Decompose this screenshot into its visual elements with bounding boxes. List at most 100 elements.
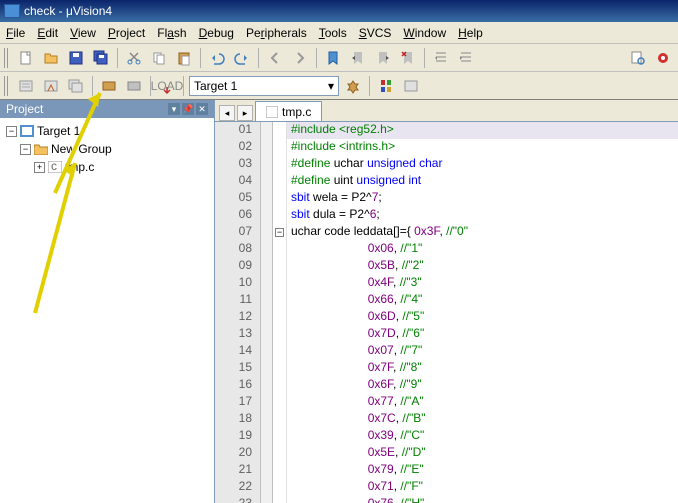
marker-slot[interactable] — [261, 190, 272, 207]
menu-edit[interactable]: Edit — [37, 26, 58, 40]
fold-slot[interactable] — [273, 343, 286, 360]
fold-slot[interactable] — [273, 326, 286, 343]
fold-slot[interactable] — [273, 360, 286, 377]
copy-button[interactable] — [148, 47, 170, 69]
fold-slot[interactable] — [273, 411, 286, 428]
fold-slot[interactable] — [273, 156, 286, 173]
tree-target[interactable]: − Target 1 — [6, 122, 208, 140]
marker-slot[interactable] — [261, 207, 272, 224]
fold-slot[interactable] — [273, 139, 286, 156]
expand-icon[interactable]: + — [34, 162, 45, 173]
menu-project[interactable]: Project — [108, 26, 145, 40]
batch-build-button[interactable] — [98, 75, 120, 97]
code-line[interactable]: 0x5E, //"D" — [287, 445, 678, 462]
outdent-button[interactable] — [455, 47, 477, 69]
marker-slot[interactable] — [261, 343, 272, 360]
cut-button[interactable] — [123, 47, 145, 69]
marker-slot[interactable] — [261, 173, 272, 190]
panel-close-button[interactable]: ✕ — [196, 103, 208, 115]
bookmark-next-button[interactable] — [372, 47, 394, 69]
fold-slot[interactable] — [273, 394, 286, 411]
marker-slot[interactable] — [261, 275, 272, 292]
marker-slot[interactable] — [261, 479, 272, 496]
tab-nav-right[interactable]: ▸ — [237, 105, 253, 121]
marker-slot[interactable] — [261, 326, 272, 343]
marker-slot[interactable] — [261, 377, 272, 394]
code-line[interactable]: 0x6D, //"5" — [287, 309, 678, 326]
marker-slot[interactable] — [261, 139, 272, 156]
fold-slot[interactable] — [273, 309, 286, 326]
toolbar-grip-2[interactable] — [4, 76, 10, 96]
fold-slot[interactable] — [273, 275, 286, 292]
redo-button[interactable] — [231, 47, 253, 69]
marker-slot[interactable] — [261, 292, 272, 309]
code-line[interactable]: 0x71, //"F" — [287, 479, 678, 496]
code-line[interactable]: #include <reg52.h> — [287, 122, 678, 139]
code-line[interactable]: 0x7D, //"6" — [287, 326, 678, 343]
translate-button[interactable] — [15, 75, 37, 97]
code-lines[interactable]: #include <reg52.h>#include <intrins.h> #d… — [287, 122, 678, 503]
menu-view[interactable]: View — [70, 26, 96, 40]
marker-slot[interactable] — [261, 258, 272, 275]
indent-button[interactable] — [430, 47, 452, 69]
marker-slot[interactable] — [261, 224, 272, 241]
options-button[interactable] — [342, 75, 364, 97]
code-view[interactable]: 0102030405060708091011121314151617181920… — [215, 122, 678, 503]
panel-pin-button[interactable]: 📌 — [182, 103, 194, 115]
marker-slot[interactable] — [261, 445, 272, 462]
code-line[interactable]: #include <intrins.h> — [287, 139, 678, 156]
paste-button[interactable] — [173, 47, 195, 69]
fold-slot[interactable] — [273, 292, 286, 309]
fold-slot[interactable] — [273, 241, 286, 258]
toolbar-grip[interactable] — [4, 48, 10, 68]
fold-slot[interactable] — [273, 173, 286, 190]
menu-window[interactable]: Window — [403, 26, 446, 40]
menu-svcs[interactable]: SVCS — [359, 26, 392, 40]
editor-tab[interactable]: tmp.c — [255, 101, 322, 121]
code-line[interactable]: 0x66, //"4" — [287, 292, 678, 309]
undo-button[interactable] — [206, 47, 228, 69]
download-button[interactable]: LOAD — [156, 75, 178, 97]
file-ext-button[interactable] — [400, 75, 422, 97]
code-line[interactable]: 0x4F, //"3" — [287, 275, 678, 292]
expand-icon[interactable]: − — [20, 144, 31, 155]
code-line[interactable]: 0x79, //"E" — [287, 462, 678, 479]
code-line[interactable]: 0x77, //"A" — [287, 394, 678, 411]
code-line[interactable]: 0x7F, //"8" — [287, 360, 678, 377]
menu-debug[interactable]: Debug — [199, 26, 234, 40]
fold-slot[interactable] — [273, 377, 286, 394]
code-line[interactable]: 0x76, //"H" — [287, 496, 678, 503]
fold-slot[interactable] — [273, 428, 286, 445]
fold-slot[interactable]: − — [273, 224, 286, 241]
bookmark-button[interactable] — [322, 47, 344, 69]
code-line[interactable]: sbit wela = P2^7; — [287, 190, 678, 207]
new-file-button[interactable] — [15, 47, 37, 69]
code-line[interactable]: sbit dula = P2^6; — [287, 207, 678, 224]
code-line[interactable]: 0x06, //"1" — [287, 241, 678, 258]
menu-peripherals[interactable]: Peripherals — [246, 26, 307, 40]
marker-slot[interactable] — [261, 496, 272, 503]
marker-slot[interactable] — [261, 462, 272, 479]
nav-forward-button[interactable] — [289, 47, 311, 69]
fold-slot[interactable] — [273, 258, 286, 275]
code-line[interactable]: 0x07, //"7" — [287, 343, 678, 360]
marker-slot[interactable] — [261, 360, 272, 377]
debug-button[interactable] — [652, 47, 674, 69]
code-line[interactable]: 0x39, //"C" — [287, 428, 678, 445]
fold-slot[interactable] — [273, 479, 286, 496]
build-button[interactable] — [40, 75, 62, 97]
menu-help[interactable]: Help — [458, 26, 483, 40]
tab-nav-left[interactable]: ◂ — [219, 105, 235, 121]
fold-slot[interactable] — [273, 122, 286, 139]
marker-slot[interactable] — [261, 122, 272, 139]
nav-back-button[interactable] — [264, 47, 286, 69]
tree-file[interactable]: + c tmp.c — [6, 158, 208, 176]
panel-menu-button[interactable]: ▾ — [168, 103, 180, 115]
open-file-button[interactable] — [40, 47, 62, 69]
marker-slot[interactable] — [261, 156, 272, 173]
code-line[interactable]: uchar code leddata[]={ 0x3F, //"0" — [287, 224, 678, 241]
fold-slot[interactable] — [273, 462, 286, 479]
expand-icon[interactable]: − — [6, 126, 17, 137]
code-line[interactable]: #define uint unsigned int — [287, 173, 678, 190]
fold-slot[interactable] — [273, 190, 286, 207]
